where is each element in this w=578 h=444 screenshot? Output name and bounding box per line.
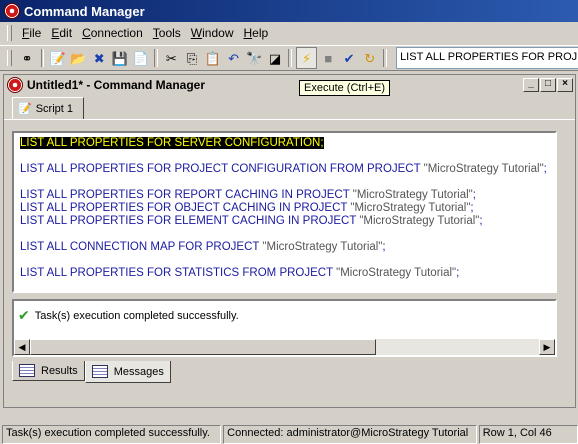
clear-icon[interactable]: ◪: [266, 48, 285, 68]
open-icon[interactable]: 📂: [69, 48, 88, 68]
messages-panel: ✔ Task(s) execution completed successful…: [12, 299, 557, 357]
status-cursor-position: Row 1, Col 46: [478, 425, 578, 444]
app-title: Command Manager: [24, 3, 145, 19]
editor-terminator: ;: [382, 241, 386, 253]
cut-icon[interactable]: ✂: [162, 48, 181, 68]
script-window-title-bar: Untitled1* - Command Manager: [4, 75, 575, 94]
status-connection: Connected: administrator@MicroStrategy T…: [223, 425, 477, 444]
menu-bar: File Edit Connection Tools Window Help: [0, 22, 578, 44]
tab-script-1[interactable]: 📝 Script 1: [12, 97, 84, 119]
editor-statement: LIST ALL PROPERTIES FOR PROJECT CONFIGUR…: [20, 163, 424, 175]
menu-connection[interactable]: Connection: [77, 24, 148, 42]
status-message: Task(s) execution completed successfully…: [2, 425, 222, 444]
editor-statement: LIST ALL CONNECTION MAP FOR PROJECT: [20, 241, 263, 253]
editor-statement: LIST ALL PROPERTIES FOR STATISTICS FROM …: [20, 267, 337, 279]
menu-edit[interactable]: Edit: [46, 24, 77, 42]
tab-results[interactable]: Results: [12, 361, 85, 381]
editor-line: LIST ALL PROPERTIES FOR ELEMENT CACHING …: [20, 215, 549, 228]
messages-grid-icon: [91, 365, 108, 378]
menubar-grip: [7, 25, 12, 41]
editor-terminator: ;: [543, 163, 547, 175]
editor-terminator: ;: [472, 189, 476, 201]
editor-statement: LIST ALL PROPERTIES FOR REPORT CACHING I…: [20, 189, 353, 201]
app-title-bar: Command Manager: [0, 0, 578, 22]
editor-terminator: ;: [479, 215, 483, 227]
editor-string-literal: "MicroStrategy Tutorial": [262, 241, 383, 253]
editor-string-literal: "MicroStrategy Tutorial": [336, 267, 457, 279]
script-editor[interactable]: LIST ALL PROPERTIES FOR SERVER CONFIGURA…: [12, 131, 557, 293]
scroll-thumb[interactable]: [30, 339, 376, 355]
editor-line: LIST ALL CONNECTION MAP FOR PROJECT "Mic…: [20, 241, 549, 254]
status-bar: Task(s) execution completed successfully…: [0, 425, 578, 444]
editor-blank-line: [20, 228, 549, 241]
editor-terminator: ;: [470, 202, 474, 214]
window-logo-icon: [7, 76, 23, 93]
toolbar-separator: [383, 49, 388, 67]
editor-string-literal: "MicroStrategy Tutorial": [352, 189, 473, 201]
output-tabs: Results Messages: [12, 361, 171, 383]
editor-terminator: ;: [456, 267, 460, 279]
stop-icon[interactable]: ■: [319, 48, 338, 68]
editor-line: LIST ALL PROPERTIES FOR SERVER CONFIGURA…: [20, 137, 549, 150]
menu-file[interactable]: File: [17, 24, 46, 42]
editor-blank-line: [20, 254, 549, 267]
connect-icon[interactable]: ⚭: [18, 48, 37, 68]
editor-line: LIST ALL PROPERTIES FOR REPORT CACHING I…: [20, 189, 549, 202]
paste-icon[interactable]: 📋: [203, 48, 222, 68]
editor-statement: LIST ALL PROPERTIES FOR OBJECT CACHING I…: [20, 202, 351, 214]
editor-blank-line: [20, 150, 549, 163]
tab-messages[interactable]: Messages: [84, 361, 171, 383]
editor-line: LIST ALL PROPERTIES FOR OBJECT CACHING I…: [20, 202, 549, 215]
copy-icon[interactable]: ⎘: [183, 48, 202, 68]
new-icon[interactable]: 📝: [48, 48, 67, 68]
scroll-right-button[interactable]: ▶: [539, 339, 555, 355]
script-icon: 📝: [18, 103, 32, 115]
tab-divider: [4, 119, 575, 120]
undo-icon[interactable]: ↶: [224, 48, 243, 68]
editor-string-literal: "MicroStrategy Tutorial": [350, 202, 471, 214]
save-as-icon[interactable]: 📄: [131, 48, 150, 68]
message-row: ✔ Task(s) execution completed successful…: [18, 307, 239, 324]
toolbar-grip: [7, 50, 12, 66]
script-window-title: Untitled1* - Command Manager: [27, 77, 206, 92]
window-controls: _ □ ×: [523, 78, 573, 92]
editor-line: LIST ALL PROPERTIES FOR PROJECT CONFIGUR…: [20, 163, 549, 176]
scroll-left-button[interactable]: ◀: [14, 339, 30, 355]
close-window-button[interactable]: ×: [557, 78, 573, 92]
app-logo-icon: [4, 3, 20, 19]
editor-string-literal: "MicroStrategy Tutorial": [359, 215, 480, 227]
check-syntax-icon[interactable]: ✔: [340, 48, 359, 68]
editor-statement: LIST ALL PROPERTIES FOR SERVER CONFIGURA…: [20, 137, 324, 149]
execute-icon[interactable]: ⚡: [296, 47, 317, 69]
minimize-button[interactable]: _: [523, 78, 539, 92]
toolbar-separator: [154, 49, 158, 67]
editor-string-literal: "MicroStrategy Tutorial": [423, 163, 544, 175]
toolbar-separator: [40, 49, 45, 67]
success-check-icon: ✔: [18, 307, 30, 323]
script-window: Untitled1* - Command Manager _ □ × 📝 Scr…: [3, 74, 576, 408]
command-preview-field[interactable]: LIST ALL PROPERTIES FOR PROJECT C: [396, 47, 578, 69]
editor-statement: LIST ALL PROPERTIES FOR ELEMENT CACHING …: [20, 215, 360, 227]
message-text: Task(s) execution completed successfully…: [34, 309, 239, 322]
close-icon[interactable]: ✖: [90, 48, 109, 68]
menu-tools[interactable]: Tools: [148, 24, 186, 42]
editor-blank-line: [20, 176, 549, 189]
results-grid-icon: [19, 364, 35, 377]
editor-line: LIST ALL PROPERTIES FOR STATISTICS FROM …: [20, 267, 549, 280]
toolbar-separator: [288, 49, 293, 67]
menu-window[interactable]: Window: [186, 24, 239, 42]
step-icon[interactable]: ↻: [360, 48, 379, 68]
find-icon[interactable]: 🔭: [245, 48, 264, 68]
horizontal-scrollbar[interactable]: ◀ ▶: [14, 339, 555, 355]
save-icon[interactable]: 💾: [111, 48, 130, 68]
execute-tooltip: Execute (Ctrl+E): [299, 80, 390, 96]
menu-help[interactable]: Help: [238, 24, 273, 42]
maximize-button[interactable]: □: [540, 78, 556, 92]
toolbar: ⚭ 📝 📂 ✖ 💾 📄 ✂ ⎘ 📋 ↶ 🔭 ◪ ⚡ ■ ✔ ↻ LIST ALL…: [0, 45, 578, 71]
